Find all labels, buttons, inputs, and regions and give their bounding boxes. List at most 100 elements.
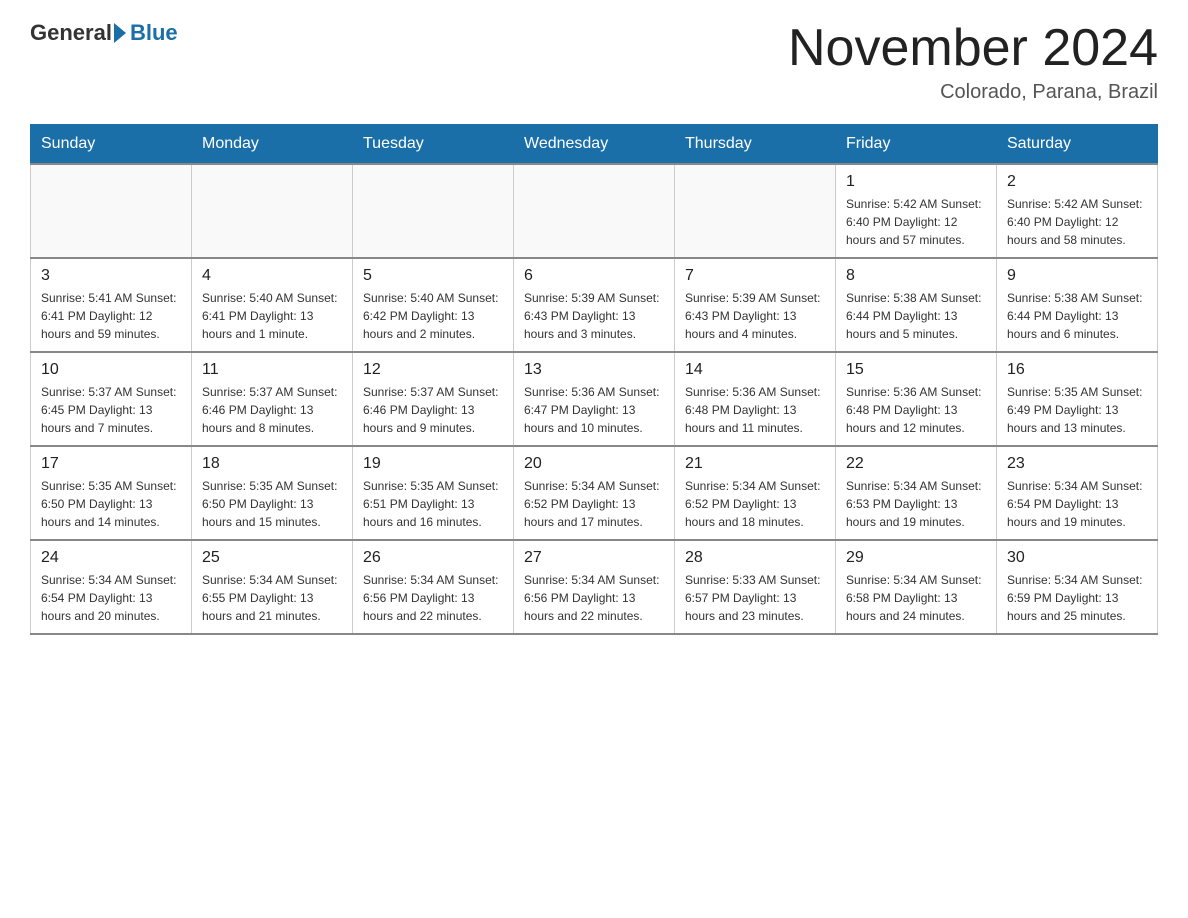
day-of-week-header: Tuesday	[353, 125, 514, 165]
day-info: Sunrise: 5:34 AM Sunset: 6:52 PM Dayligh…	[524, 477, 664, 531]
day-number: 28	[685, 549, 825, 567]
day-info: Sunrise: 5:41 AM Sunset: 6:41 PM Dayligh…	[41, 289, 181, 343]
logo-general-text: General	[30, 20, 112, 46]
calendar-cell: 6 Sunrise: 5:39 AM Sunset: 6:43 PM Daylig…	[514, 258, 675, 352]
day-info: Sunrise: 5:33 AM Sunset: 6:57 PM Dayligh…	[685, 571, 825, 625]
day-number: 12	[363, 361, 503, 379]
day-of-week-header: Wednesday	[514, 125, 675, 165]
day-number: 22	[846, 455, 986, 473]
calendar-week-row: 1 Sunrise: 5:42 AM Sunset: 6:40 PM Daylig…	[31, 164, 1158, 258]
day-number: 18	[202, 455, 342, 473]
day-info: Sunrise: 5:34 AM Sunset: 6:53 PM Dayligh…	[846, 477, 986, 531]
calendar-cell	[192, 164, 353, 258]
calendar-header-row: SundayMondayTuesdayWednesdayThursdayFrid…	[31, 125, 1158, 165]
day-info: Sunrise: 5:39 AM Sunset: 6:43 PM Dayligh…	[524, 289, 664, 343]
day-number: 29	[846, 549, 986, 567]
calendar-cell: 10Sunrise: 5:37 AM Sunset: 6:45 PM Dayli…	[31, 352, 192, 446]
day-info: Sunrise: 5:36 AM Sunset: 6:48 PM Dayligh…	[846, 383, 986, 437]
day-info: Sunrise: 5:38 AM Sunset: 6:44 PM Dayligh…	[846, 289, 986, 343]
calendar-cell: 8Sunrise: 5:38 AM Sunset: 6:44 PM Daylig…	[836, 258, 997, 352]
day-number: 11	[202, 361, 342, 379]
day-info: Sunrise: 5:37 AM Sunset: 6:46 PM Dayligh…	[363, 383, 503, 437]
calendar-cell: 5 Sunrise: 5:40 AM Sunset: 6:42 PM Daylig…	[353, 258, 514, 352]
day-info: Sunrise: 5:37 AM Sunset: 6:46 PM Dayligh…	[202, 383, 342, 437]
day-number: 1	[846, 173, 986, 191]
day-of-week-header: Friday	[836, 125, 997, 165]
calendar-cell: 16 Sunrise: 5:35 AM Sunset: 6:49 PM Dayli…	[997, 352, 1158, 446]
day-number: 6	[524, 267, 664, 285]
day-number: 13	[524, 361, 664, 379]
day-info: Sunrise: 5:42 AM Sunset: 6:40 PM Dayligh…	[1007, 195, 1147, 249]
day-number: 7	[685, 267, 825, 285]
calendar-cell: 26Sunrise: 5:34 AM Sunset: 6:56 PM Dayli…	[353, 540, 514, 634]
day-info: Sunrise: 5:34 AM Sunset: 6:58 PM Dayligh…	[846, 571, 986, 625]
day-number: 21	[685, 455, 825, 473]
calendar-cell: 23 Sunrise: 5:34 AM Sunset: 6:54 PM Dayli…	[997, 446, 1158, 540]
day-info: Sunrise: 5:34 AM Sunset: 6:54 PM Dayligh…	[1007, 477, 1147, 531]
logo: General Blue	[30, 20, 178, 46]
calendar-cell	[514, 164, 675, 258]
day-number: 20	[524, 455, 664, 473]
calendar-cell: 27 Sunrise: 5:34 AM Sunset: 6:56 PM Dayli…	[514, 540, 675, 634]
calendar-cell: 17 Sunrise: 5:35 AM Sunset: 6:50 PM Dayli…	[31, 446, 192, 540]
day-number: 30	[1007, 549, 1147, 567]
calendar-cell	[31, 164, 192, 258]
calendar-cell: 3 Sunrise: 5:41 AM Sunset: 6:41 PM Daylig…	[31, 258, 192, 352]
day-number: 3	[41, 267, 181, 285]
calendar-week-row: 17 Sunrise: 5:35 AM Sunset: 6:50 PM Dayli…	[31, 446, 1158, 540]
day-info: Sunrise: 5:35 AM Sunset: 6:51 PM Dayligh…	[363, 477, 503, 531]
calendar-cell: 2 Sunrise: 5:42 AM Sunset: 6:40 PM Daylig…	[997, 164, 1158, 258]
calendar-cell: 24 Sunrise: 5:34 AM Sunset: 6:54 PM Dayli…	[31, 540, 192, 634]
calendar-cell: 4 Sunrise: 5:40 AM Sunset: 6:41 PM Daylig…	[192, 258, 353, 352]
day-number: 23	[1007, 455, 1147, 473]
calendar-week-row: 24 Sunrise: 5:34 AM Sunset: 6:54 PM Dayli…	[31, 540, 1158, 634]
calendar-cell: 28 Sunrise: 5:33 AM Sunset: 6:57 PM Dayli…	[675, 540, 836, 634]
day-number: 14	[685, 361, 825, 379]
calendar-cell	[675, 164, 836, 258]
calendar-cell: 15 Sunrise: 5:36 AM Sunset: 6:48 PM Dayli…	[836, 352, 997, 446]
day-info: Sunrise: 5:40 AM Sunset: 6:41 PM Dayligh…	[202, 289, 342, 343]
day-of-week-header: Sunday	[31, 125, 192, 165]
calendar-cell: 11 Sunrise: 5:37 AM Sunset: 6:46 PM Dayli…	[192, 352, 353, 446]
calendar-cell: 18Sunrise: 5:35 AM Sunset: 6:50 PM Dayli…	[192, 446, 353, 540]
day-number: 9	[1007, 267, 1147, 285]
day-number: 25	[202, 549, 342, 567]
day-info: Sunrise: 5:34 AM Sunset: 6:56 PM Dayligh…	[524, 571, 664, 625]
day-info: Sunrise: 5:35 AM Sunset: 6:49 PM Dayligh…	[1007, 383, 1147, 437]
page-header: General Blue November 2024 Colorado, Par…	[30, 20, 1158, 104]
calendar-subtitle: Colorado, Parana, Brazil	[788, 81, 1158, 104]
calendar-cell	[353, 164, 514, 258]
day-number: 16	[1007, 361, 1147, 379]
title-section: November 2024 Colorado, Parana, Brazil	[788, 20, 1158, 104]
day-of-week-header: Monday	[192, 125, 353, 165]
day-number: 5	[363, 267, 503, 285]
calendar-cell: 21 Sunrise: 5:34 AM Sunset: 6:52 PM Dayli…	[675, 446, 836, 540]
day-info: Sunrise: 5:42 AM Sunset: 6:40 PM Dayligh…	[846, 195, 986, 249]
day-of-week-header: Saturday	[997, 125, 1158, 165]
day-info: Sunrise: 5:40 AM Sunset: 6:42 PM Dayligh…	[363, 289, 503, 343]
day-number: 15	[846, 361, 986, 379]
day-number: 4	[202, 267, 342, 285]
calendar-cell: 7Sunrise: 5:39 AM Sunset: 6:43 PM Daylig…	[675, 258, 836, 352]
calendar-cell: 20 Sunrise: 5:34 AM Sunset: 6:52 PM Dayli…	[514, 446, 675, 540]
day-of-week-header: Thursday	[675, 125, 836, 165]
calendar-cell: 14Sunrise: 5:36 AM Sunset: 6:48 PM Dayli…	[675, 352, 836, 446]
day-number: 17	[41, 455, 181, 473]
day-info: Sunrise: 5:34 AM Sunset: 6:54 PM Dayligh…	[41, 571, 181, 625]
calendar-cell: 29 Sunrise: 5:34 AM Sunset: 6:58 PM Dayli…	[836, 540, 997, 634]
calendar-week-row: 3 Sunrise: 5:41 AM Sunset: 6:41 PM Daylig…	[31, 258, 1158, 352]
day-info: Sunrise: 5:34 AM Sunset: 6:52 PM Dayligh…	[685, 477, 825, 531]
calendar-title: November 2024	[788, 20, 1158, 77]
day-number: 2	[1007, 173, 1147, 191]
day-number: 24	[41, 549, 181, 567]
day-info: Sunrise: 5:35 AM Sunset: 6:50 PM Dayligh…	[41, 477, 181, 531]
logo-triangle-icon	[114, 23, 126, 43]
day-info: Sunrise: 5:34 AM Sunset: 6:59 PM Dayligh…	[1007, 571, 1147, 625]
calendar-cell: 25Sunrise: 5:34 AM Sunset: 6:55 PM Dayli…	[192, 540, 353, 634]
day-info: Sunrise: 5:37 AM Sunset: 6:45 PM Dayligh…	[41, 383, 181, 437]
day-info: Sunrise: 5:36 AM Sunset: 6:47 PM Dayligh…	[524, 383, 664, 437]
day-number: 27	[524, 549, 664, 567]
calendar-cell: 1 Sunrise: 5:42 AM Sunset: 6:40 PM Daylig…	[836, 164, 997, 258]
calendar-cell: 30 Sunrise: 5:34 AM Sunset: 6:59 PM Dayli…	[997, 540, 1158, 634]
calendar-cell: 13 Sunrise: 5:36 AM Sunset: 6:47 PM Dayli…	[514, 352, 675, 446]
